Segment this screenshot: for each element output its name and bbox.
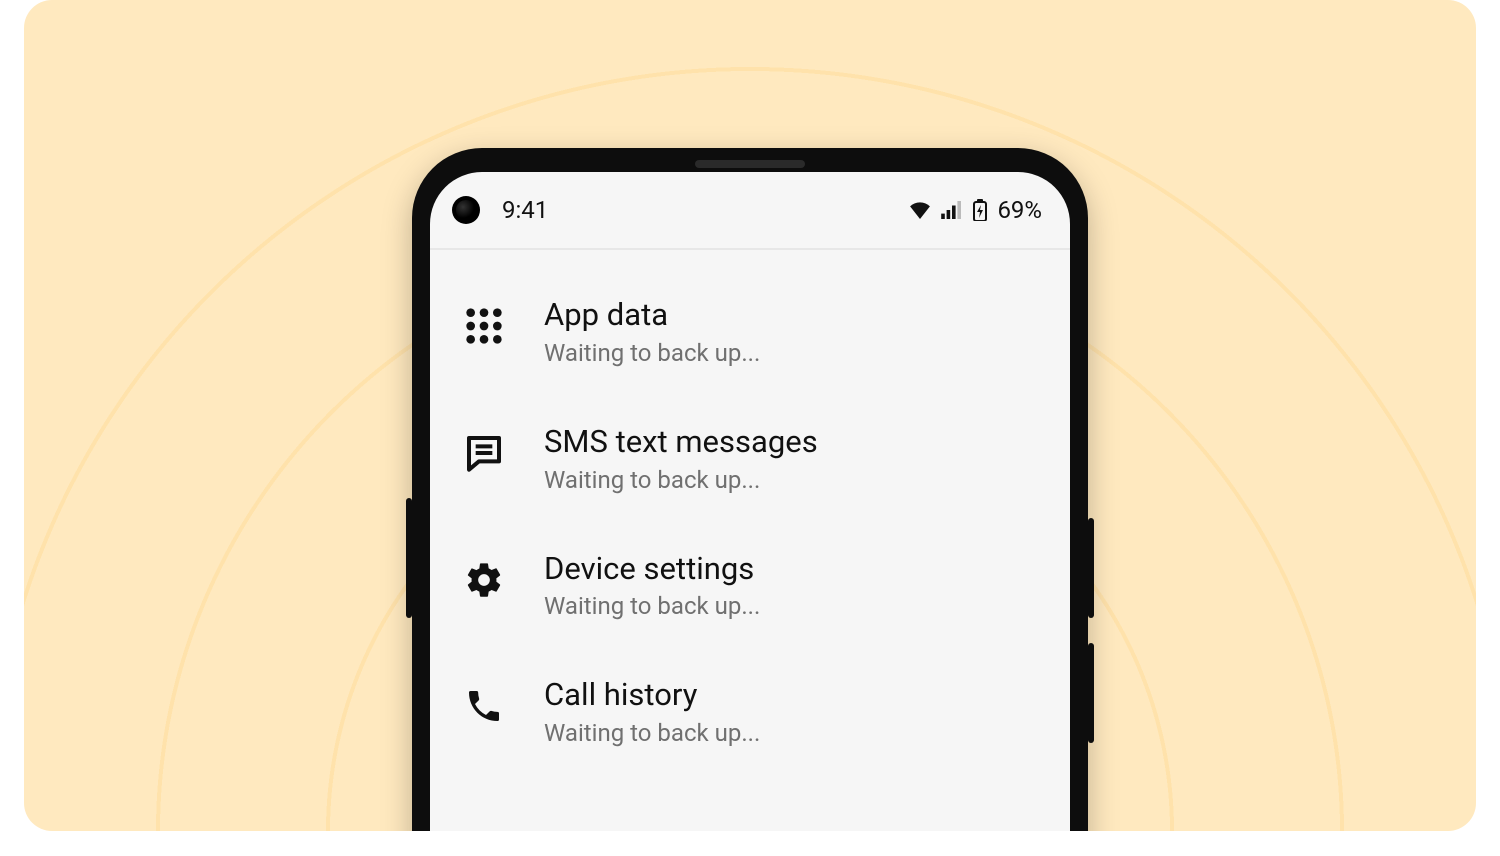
- list-item-sms[interactable]: SMS text messages Waiting to back up...: [430, 395, 1070, 522]
- battery-icon: [973, 199, 987, 221]
- status-bar: 9:41: [430, 172, 1070, 248]
- power-button: [406, 498, 412, 618]
- item-title: SMS text messages: [544, 423, 818, 462]
- volume-up-button: [1088, 518, 1094, 618]
- battery-percentage: 69%: [997, 196, 1042, 224]
- list-item-app-data[interactable]: App data Waiting to back up...: [430, 268, 1070, 395]
- message-icon: [460, 429, 508, 477]
- item-subtitle: Waiting to back up...: [544, 719, 760, 747]
- phone-icon: [460, 682, 508, 730]
- backup-categories-list: App data Waiting to back up... SMS text …: [430, 250, 1070, 793]
- phone-screen: 9:41: [430, 172, 1070, 831]
- item-title: Device settings: [544, 550, 760, 589]
- item-title: App data: [544, 296, 760, 335]
- phone-body: 9:41: [412, 148, 1088, 831]
- front-camera: [452, 196, 480, 224]
- wifi-icon: [909, 201, 931, 219]
- item-subtitle: Waiting to back up...: [544, 466, 818, 494]
- status-time: 9:41: [502, 196, 548, 224]
- volume-down-button: [1088, 643, 1094, 743]
- item-title: Call history: [544, 676, 760, 715]
- list-item-device-settings[interactable]: Device settings Waiting to back up...: [430, 522, 1070, 649]
- item-subtitle: Waiting to back up...: [544, 339, 760, 367]
- cellular-signal-icon: [941, 201, 963, 219]
- illustration-background: 9:41: [24, 0, 1476, 831]
- apps-grid-icon: [460, 302, 508, 350]
- item-subtitle: Waiting to back up...: [544, 592, 760, 620]
- list-item-call-history[interactable]: Call history Waiting to back up...: [430, 648, 1070, 775]
- gear-icon: [460, 556, 508, 604]
